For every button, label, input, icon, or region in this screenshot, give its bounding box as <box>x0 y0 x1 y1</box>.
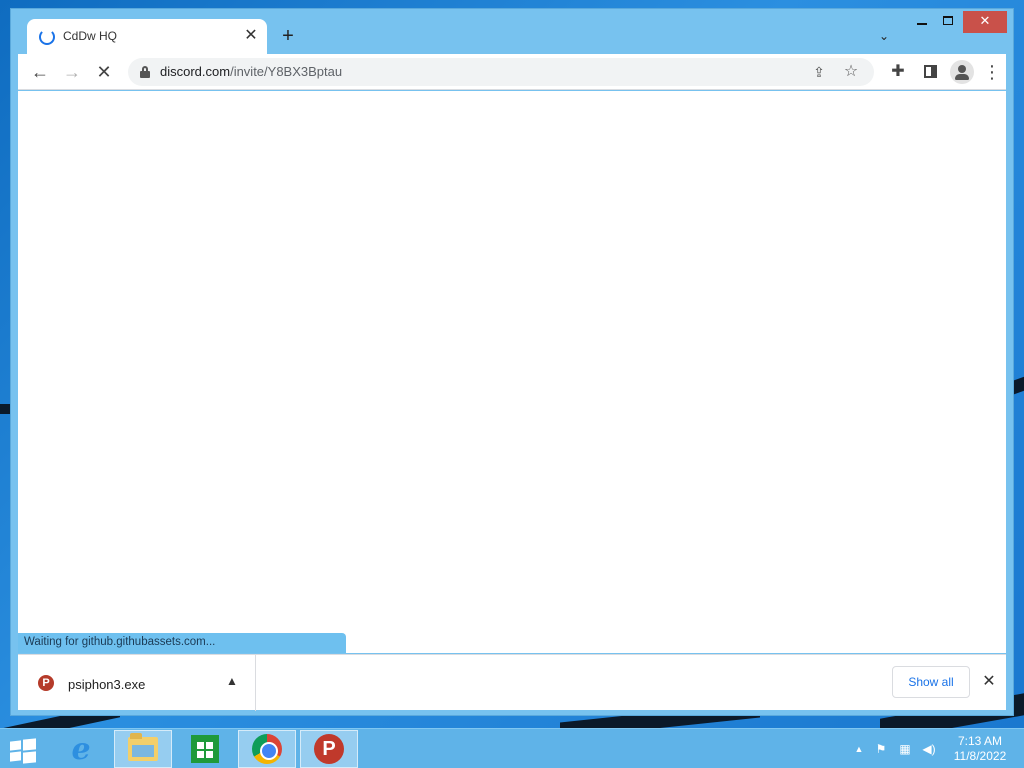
clock-time: 7:13 AM <box>957 734 1003 748</box>
lock-icon[interactable] <box>140 66 150 78</box>
share-icon[interactable]: ⇪ <box>808 61 830 83</box>
loading-spinner-icon <box>39 29 55 45</box>
bookmark-star-icon[interactable]: ☆ <box>840 61 862 83</box>
action-center-flag-icon[interactable]: ⚑ <box>872 741 890 757</box>
tab-close-icon[interactable]: ✕ <box>243 27 259 45</box>
tab-search-chevron-icon[interactable]: ⌄ <box>875 27 893 45</box>
taskbar: e P ▲ ⚑ ▦ ◀) 7:13 AM 11/8/2022 <box>0 728 1024 768</box>
show-all-button[interactable]: Show all <box>892 666 970 698</box>
page-content: Waiting for github.githubassets.com... <box>18 91 1006 653</box>
show-hidden-icons-icon[interactable]: ▲ <box>850 741 868 757</box>
kebab-menu-icon[interactable]: ⋮ <box>980 60 1004 84</box>
new-tab-button[interactable]: + <box>277 25 299 47</box>
url-path: /invite/Y8BX3Bptau <box>230 64 343 79</box>
browser-window: CdDw HQ ✕ + ⌄ ✕ ← → ✕ discord.com/invite… <box>10 8 1014 716</box>
download-filename: psiphon3.exe <box>68 677 146 692</box>
close-icon[interactable]: ✕ <box>978 671 1000 693</box>
forward-arrow-icon[interactable]: → <box>60 60 84 84</box>
browser-toolbar: ← → ✕ discord.com/invite/Y8BX3Bptau ⇪ ☆ … <box>18 54 1006 90</box>
psiphon-icon[interactable]: P <box>300 730 358 768</box>
title-bar[interactable]: CdDw HQ ✕ + ⌄ ✕ <box>11 9 1013 55</box>
stop-loading-icon[interactable]: ✕ <box>92 60 116 84</box>
start-button[interactable] <box>8 737 38 764</box>
url-text[interactable]: discord.com/invite/Y8BX3Bptau <box>160 64 342 79</box>
download-item[interactable]: P psiphon3.exe ▲ <box>18 655 256 711</box>
internet-explorer-icon[interactable]: e <box>52 730 110 768</box>
minimize-button[interactable] <box>909 11 935 33</box>
clock[interactable]: 7:13 AM 11/8/2022 <box>944 734 1016 764</box>
chevron-up-icon[interactable]: ▲ <box>224 673 240 689</box>
back-arrow-icon[interactable]: ← <box>28 60 52 84</box>
address-bar[interactable]: discord.com/invite/Y8BX3Bptau ⇪ ☆ <box>128 58 874 86</box>
status-bubble: Waiting for github.githubassets.com... <box>18 633 346 653</box>
maximize-button[interactable] <box>935 11 961 33</box>
network-icon[interactable]: ▦ <box>896 741 914 757</box>
extensions-puzzle-icon[interactable]: ✚ <box>886 60 910 84</box>
clock-date: 11/8/2022 <box>953 749 1007 763</box>
volume-icon[interactable]: ◀) <box>920 741 938 757</box>
tab-title: CdDw HQ <box>63 29 118 43</box>
store-icon[interactable] <box>176 730 234 768</box>
browser-tab[interactable]: CdDw HQ ✕ <box>27 19 267 55</box>
side-panel-icon[interactable] <box>918 60 942 84</box>
file-explorer-icon[interactable] <box>114 730 172 768</box>
profile-avatar-icon[interactable] <box>950 60 974 84</box>
psiphon-icon: P <box>38 675 54 691</box>
chrome-icon[interactable] <box>238 730 296 768</box>
download-shelf: P psiphon3.exe ▲ Show all ✕ <box>18 654 1006 711</box>
url-host: discord.com <box>160 64 231 79</box>
close-window-button[interactable]: ✕ <box>963 11 1007 33</box>
